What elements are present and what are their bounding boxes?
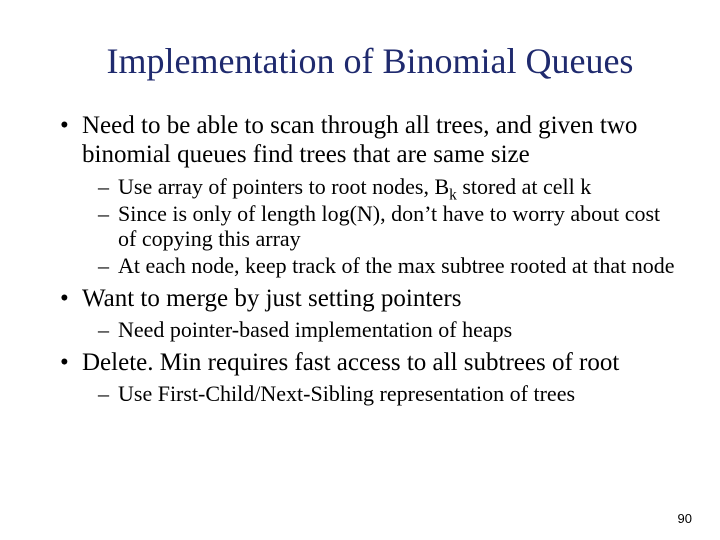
sub-item: At each node, keep track of the max subt…	[98, 253, 680, 278]
sub-item: Use array of pointers to root nodes, Bk …	[98, 174, 680, 199]
bullet-text: Want to merge by just setting pointers	[82, 285, 461, 312]
bullet-text: Delete. Min requires fast access to all …	[82, 349, 619, 376]
sub-text: At each node, keep track of the max subt…	[118, 253, 675, 278]
bullet-item: Need to be able to scan through all tree…	[60, 112, 680, 279]
sub-list: Use First-Child/Next-Sibling representat…	[82, 381, 680, 406]
sub-text: Use First-Child/Next-Sibling representat…	[118, 381, 575, 406]
page-number: 90	[678, 511, 692, 526]
sub-text: Since is only of length log(N), don’t ha…	[118, 201, 660, 251]
sub-list: Need pointer-based implementation of hea…	[82, 317, 680, 342]
sub-item: Since is only of length log(N), don’t ha…	[98, 201, 680, 252]
sub-list: Use array of pointers to root nodes, Bk …	[82, 174, 680, 279]
bullet-text: Need to be able to scan through all tree…	[82, 112, 637, 168]
sub-item: Need pointer-based implementation of hea…	[98, 317, 680, 342]
bullet-list: Need to be able to scan through all tree…	[60, 112, 680, 407]
slide: Implementation of Binomial Queues Need t…	[0, 0, 720, 540]
sub-text-suffix: stored at cell k	[457, 174, 591, 199]
bullet-item: Want to merge by just setting pointers N…	[60, 285, 680, 343]
sub-text: Use array of pointers to root nodes, B	[118, 174, 449, 199]
sub-text: Need pointer-based implementation of hea…	[118, 317, 512, 342]
bullet-item: Delete. Min requires fast access to all …	[60, 349, 680, 407]
sub-item: Use First-Child/Next-Sibling representat…	[98, 381, 680, 406]
slide-title: Implementation of Binomial Queues	[60, 40, 680, 82]
